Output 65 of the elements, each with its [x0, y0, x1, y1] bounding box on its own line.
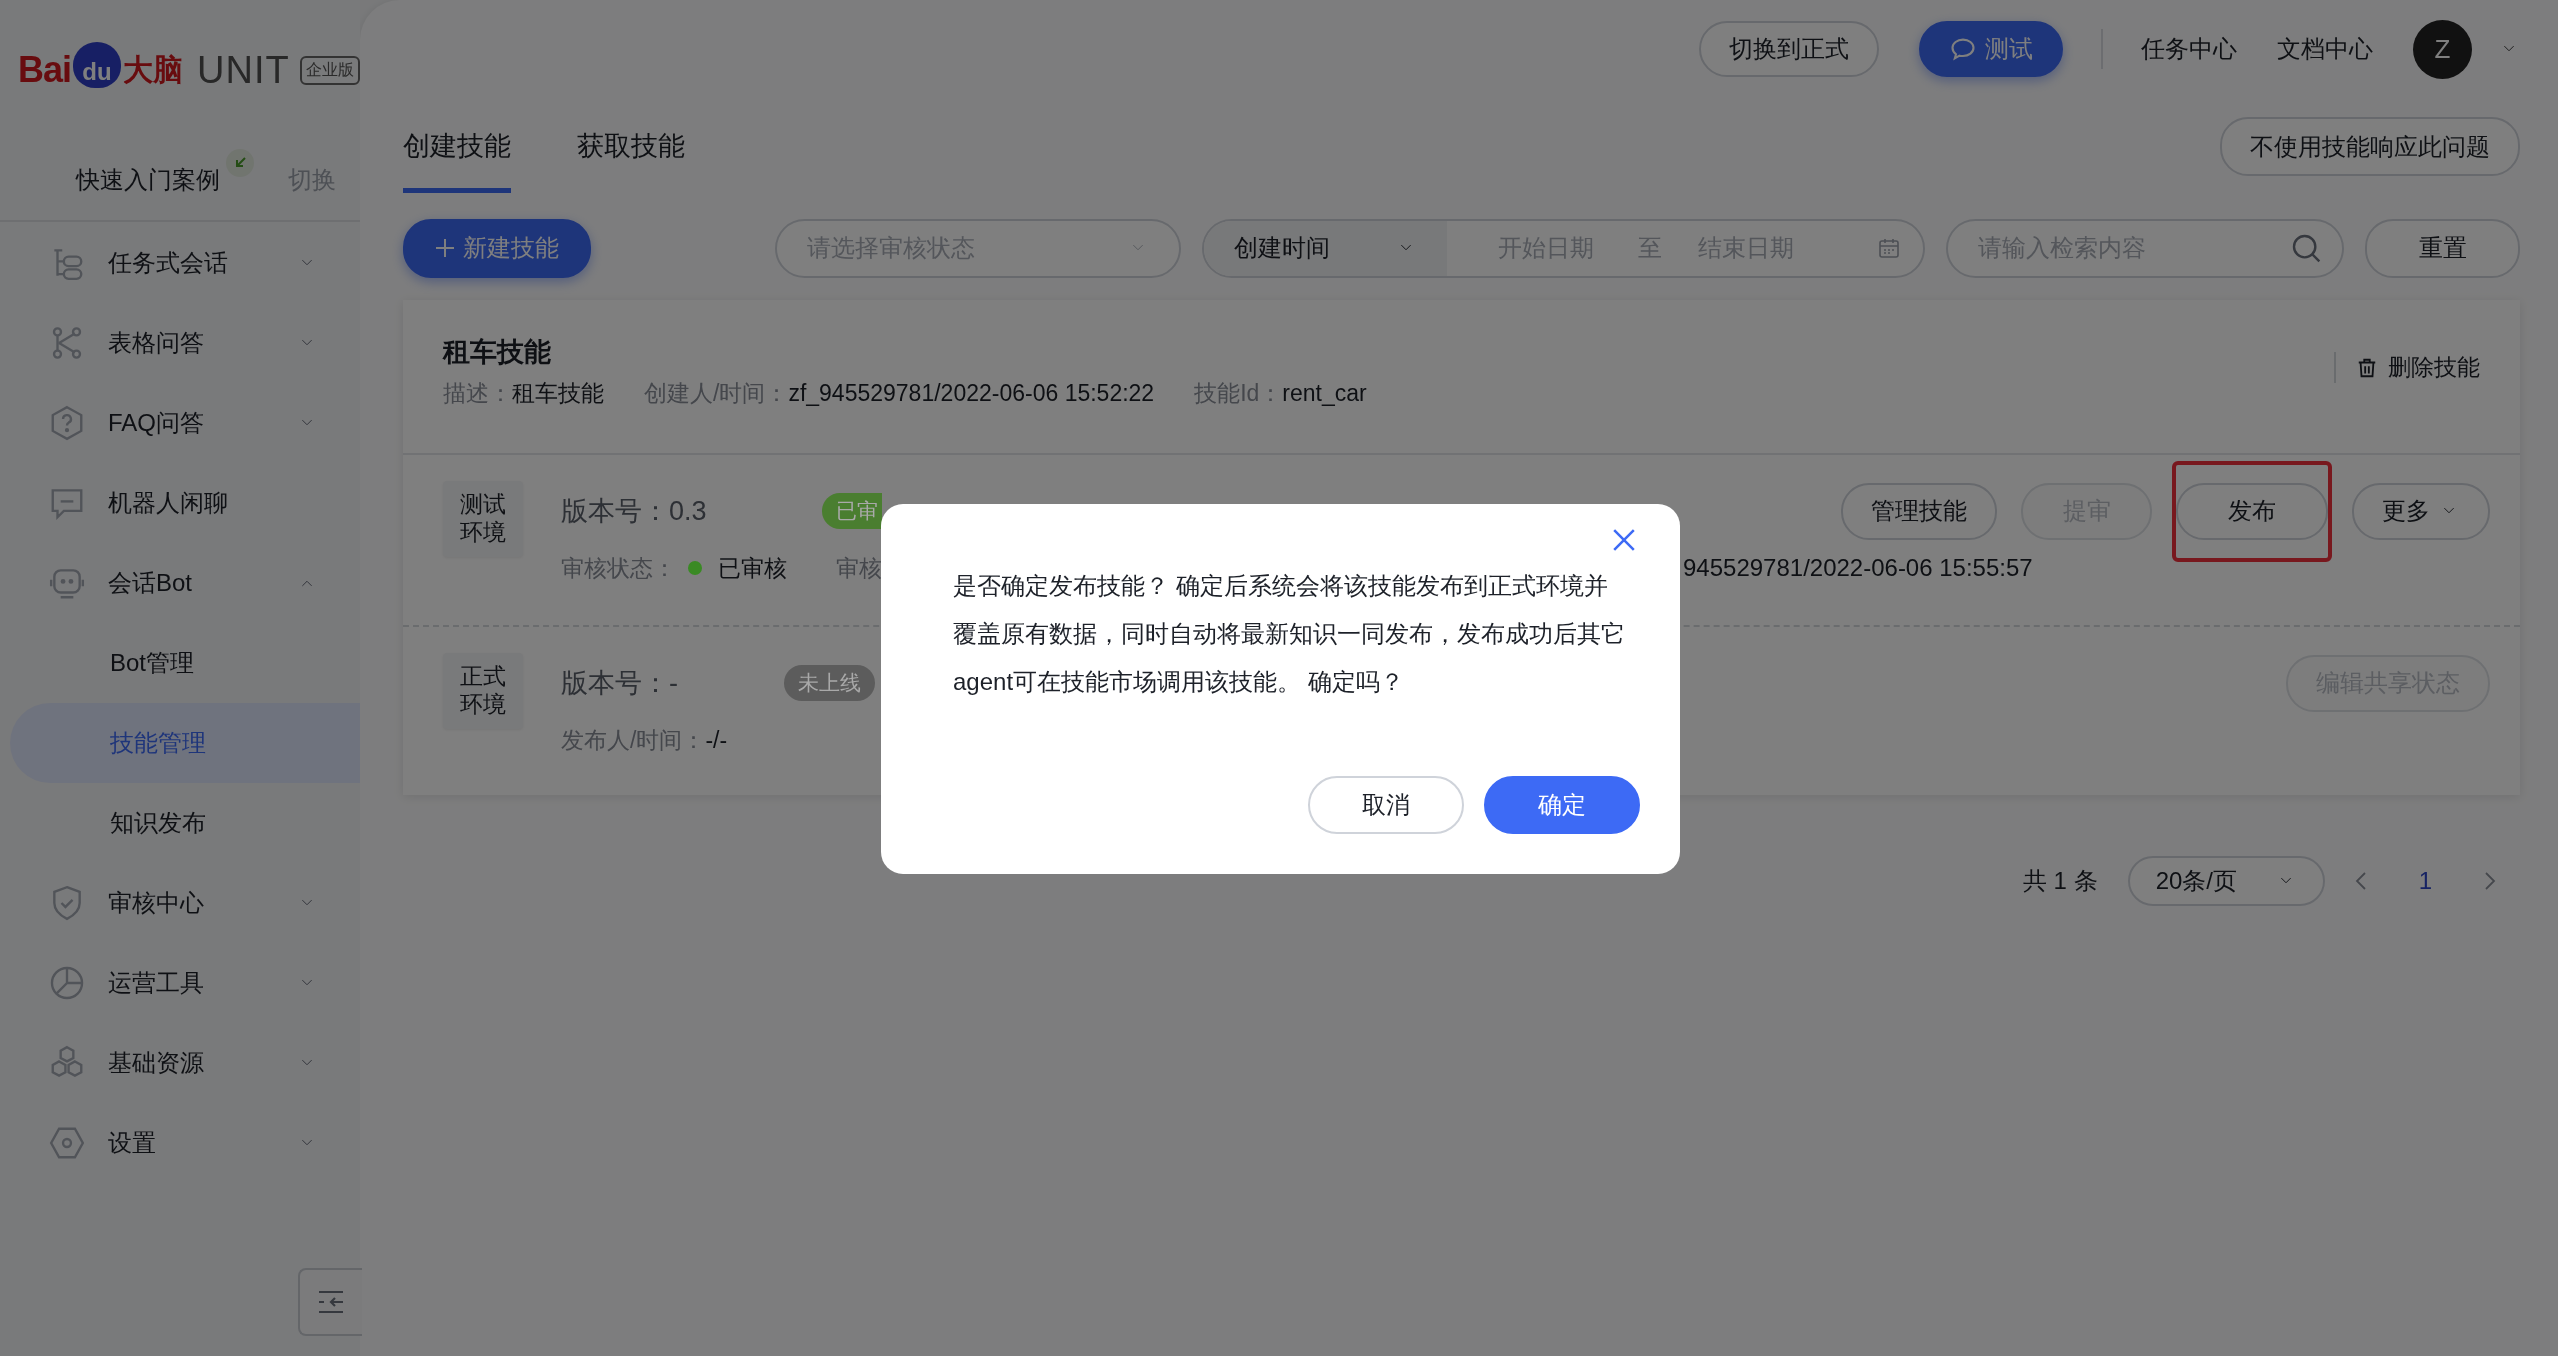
collapse-icon	[317, 1288, 345, 1316]
more-dropdown[interactable]: 更多	[2352, 482, 2490, 540]
dialog-message: 是否确定发布技能？ 确定后系统会将该技能发布到正式环境并覆盖原有数据，同时自动将最新知识一同发布，发布成功后其它agent可在技能市场调用该技能。 确定吗？	[953, 571, 1625, 697]
search-icon	[2290, 232, 2322, 264]
version-text: 版本号：-	[561, 667, 678, 700]
meta-text: 描述：租车技能	[443, 379, 604, 408]
quick-start-link[interactable]: 快速入门案例	[76, 164, 220, 196]
detail-value: 945529781/2022-06-06 15:55:57	[1683, 554, 2033, 582]
submenu-item[interactable]: Bot管理	[10, 623, 360, 703]
menu-item[interactable]: 表格问答	[0, 303, 360, 383]
total-count: 共 1 条	[2022, 866, 2098, 896]
collapse-button[interactable]	[298, 1268, 362, 1336]
reset-button[interactable]: 重置	[2365, 218, 2520, 278]
detail-label: 审核状态：	[561, 553, 676, 583]
edition-badge: 企业版	[299, 55, 360, 85]
tab[interactable]: 创建技能	[403, 98, 511, 193]
logo-text: 大脑	[123, 51, 184, 88]
paw-logo: du	[73, 42, 122, 88]
action-button[interactable]: 管理技能	[1841, 482, 1997, 540]
environment-label: 正式环境	[443, 653, 523, 729]
date-type-select[interactable]: 创建时间	[1204, 220, 1447, 276]
no-skill-button[interactable]: 不使用技能响应此问题	[2220, 117, 2520, 176]
menu-item[interactable]: 会话Bot	[0, 543, 360, 623]
tab[interactable]: 获取技能	[577, 98, 685, 193]
menu-item[interactable]: 审核中心	[0, 863, 360, 943]
page-number[interactable]: 1	[2418, 867, 2432, 895]
delete-skill-link[interactable]: 删除技能	[2334, 352, 2480, 383]
menu-item[interactable]: 基础资源	[0, 1023, 360, 1103]
user-avatar[interactable]: Z	[2413, 19, 2472, 79]
logo-text: Bai	[18, 49, 72, 91]
menu-item[interactable]: 运营工具	[0, 943, 360, 1023]
trash-icon	[2356, 356, 2378, 379]
action-button[interactable]: 发布	[2176, 482, 2328, 540]
next-page-icon[interactable]	[2484, 871, 2496, 891]
menu-item[interactable]: 任务式会话	[0, 223, 360, 303]
skill-title: 租车技能	[443, 336, 552, 369]
nav-link[interactable]: 文档中心	[2277, 33, 2373, 65]
new-skill-button[interactable]: 新建技能	[403, 218, 591, 278]
cancel-button[interactable]: 取消	[1308, 776, 1464, 834]
switch-button[interactable]: 切换到正式	[1699, 21, 1879, 77]
menu-item[interactable]: 设置	[0, 1103, 360, 1183]
page-size-select[interactable]: 20条/页	[2127, 856, 2325, 906]
prev-page-icon[interactable]	[2354, 871, 2367, 891]
nav-link[interactable]: 任务中心	[2141, 33, 2237, 65]
detail-label: 审核	[836, 553, 882, 583]
environment-label: 测试环境	[443, 481, 523, 557]
meta-text: 创建人/时间：zf_945529781/2022-06-06 15:52:22	[644, 379, 1155, 408]
calendar-icon	[1877, 236, 1901, 260]
version-text: 版本号：0.3	[561, 495, 707, 528]
status-tag: 已审	[822, 493, 882, 529]
submenu-item[interactable]: 技能管理	[10, 703, 360, 783]
detail-label: 发布人/时间：	[561, 725, 706, 755]
menu-item[interactable]: FAQ问答	[0, 383, 360, 463]
status-tag: 未上线	[784, 665, 875, 701]
detail-value: 已审核	[718, 553, 787, 583]
plus-icon	[435, 238, 455, 258]
pie-chart-icon	[48, 964, 86, 1002]
test-button[interactable]: 测试	[1919, 21, 2063, 77]
confirm-button[interactable]: 确定	[1484, 776, 1640, 834]
submenu-item[interactable]: 知识发布	[10, 783, 360, 863]
detail-value: -/-	[705, 726, 728, 754]
menu-item[interactable]: 机器人闲聊	[0, 463, 360, 543]
arrow-badge-icon	[226, 149, 254, 177]
meta-text: 技能Id：rent_car	[1194, 379, 1367, 408]
product-name: UNIT	[197, 48, 290, 92]
